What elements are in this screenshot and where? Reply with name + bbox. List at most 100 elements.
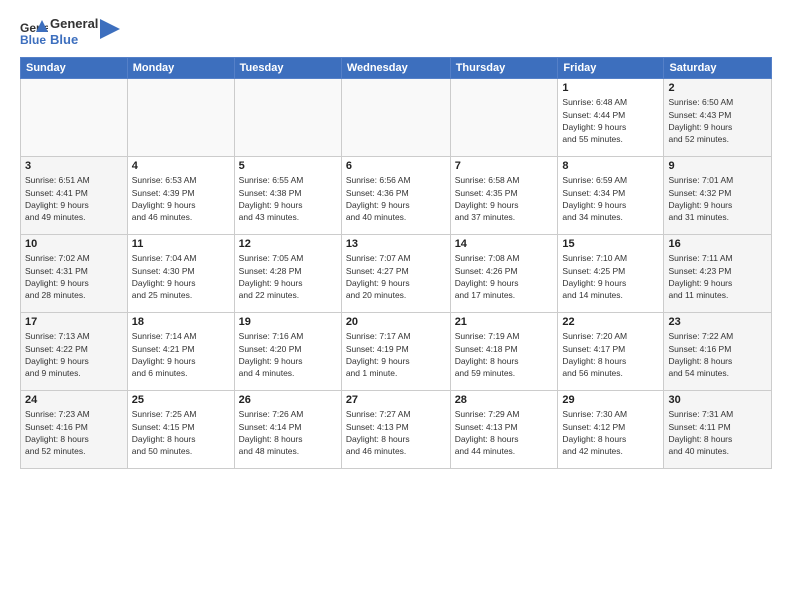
- calendar-day: 16 Sunrise: 7:11 AM Sunset: 4:23 PM Dayli…: [664, 235, 772, 313]
- day-number: 15: [562, 238, 659, 250]
- calendar-day: 28 Sunrise: 7:29 AM Sunset: 4:13 PM Dayli…: [450, 391, 558, 469]
- logo-line2: Blue: [50, 32, 98, 48]
- day-info: Sunrise: 7:26 AM Sunset: 4:14 PM Dayligh…: [239, 408, 337, 457]
- col-monday: Monday: [127, 58, 234, 79]
- day-info: Sunrise: 7:19 AM Sunset: 4:18 PM Dayligh…: [455, 330, 554, 379]
- day-info: Sunrise: 6:56 AM Sunset: 4:36 PM Dayligh…: [346, 174, 446, 223]
- day-info: Sunrise: 7:08 AM Sunset: 4:26 PM Dayligh…: [455, 252, 554, 301]
- day-info: Sunrise: 7:31 AM Sunset: 4:11 PM Dayligh…: [668, 408, 767, 457]
- day-number: 26: [239, 394, 337, 406]
- header: General Blue General Blue: [20, 16, 772, 47]
- day-info: Sunrise: 6:55 AM Sunset: 4:38 PM Dayligh…: [239, 174, 337, 223]
- day-number: 17: [25, 316, 123, 328]
- day-info: Sunrise: 7:05 AM Sunset: 4:28 PM Dayligh…: [239, 252, 337, 301]
- day-number: 8: [562, 160, 659, 172]
- day-number: 5: [239, 160, 337, 172]
- day-number: 25: [132, 394, 230, 406]
- day-number: 22: [562, 316, 659, 328]
- col-saturday: Saturday: [664, 58, 772, 79]
- calendar-day: 6 Sunrise: 6:56 AM Sunset: 4:36 PM Daylig…: [341, 157, 450, 235]
- day-number: 2: [668, 82, 767, 94]
- col-sunday: Sunday: [21, 58, 128, 79]
- day-info: Sunrise: 6:53 AM Sunset: 4:39 PM Dayligh…: [132, 174, 230, 223]
- calendar-day: 8 Sunrise: 6:59 AM Sunset: 4:34 PM Daylig…: [558, 157, 664, 235]
- day-number: 20: [346, 316, 446, 328]
- col-wednesday: Wednesday: [341, 58, 450, 79]
- day-number: 27: [346, 394, 446, 406]
- calendar-day: [450, 79, 558, 157]
- day-info: Sunrise: 7:22 AM Sunset: 4:16 PM Dayligh…: [668, 330, 767, 379]
- day-number: 9: [668, 160, 767, 172]
- calendar-day: 5 Sunrise: 6:55 AM Sunset: 4:38 PM Daylig…: [234, 157, 341, 235]
- calendar-day: 20 Sunrise: 7:17 AM Sunset: 4:19 PM Dayli…: [341, 313, 450, 391]
- day-info: Sunrise: 7:11 AM Sunset: 4:23 PM Dayligh…: [668, 252, 767, 301]
- calendar-day: [21, 79, 128, 157]
- calendar-day: 24 Sunrise: 7:23 AM Sunset: 4:16 PM Dayli…: [21, 391, 128, 469]
- day-info: Sunrise: 6:59 AM Sunset: 4:34 PM Dayligh…: [562, 174, 659, 223]
- day-number: 29: [562, 394, 659, 406]
- calendar-day: 2 Sunrise: 6:50 AM Sunset: 4:43 PM Daylig…: [664, 79, 772, 157]
- calendar-week-1: 1 Sunrise: 6:48 AM Sunset: 4:44 PM Daylig…: [21, 79, 772, 157]
- calendar-day: 15 Sunrise: 7:10 AM Sunset: 4:25 PM Dayli…: [558, 235, 664, 313]
- calendar-day: 21 Sunrise: 7:19 AM Sunset: 4:18 PM Dayli…: [450, 313, 558, 391]
- day-info: Sunrise: 7:02 AM Sunset: 4:31 PM Dayligh…: [25, 252, 123, 301]
- calendar-day: [341, 79, 450, 157]
- calendar-week-4: 17Sunrise: 7:13 AM Sunset: 4:22 PM Dayli…: [21, 313, 772, 391]
- calendar-day: 1 Sunrise: 6:48 AM Sunset: 4:44 PM Daylig…: [558, 79, 664, 157]
- day-info: Sunrise: 7:04 AM Sunset: 4:30 PM Dayligh…: [132, 252, 230, 301]
- day-number: 19: [239, 316, 337, 328]
- calendar-day: 3Sunrise: 6:51 AM Sunset: 4:41 PM Daylig…: [21, 157, 128, 235]
- calendar-day: 23 Sunrise: 7:22 AM Sunset: 4:16 PM Dayli…: [664, 313, 772, 391]
- day-number: 21: [455, 316, 554, 328]
- day-number: 10: [25, 238, 123, 250]
- logo-line1: General: [50, 16, 98, 32]
- day-info: Sunrise: 7:10 AM Sunset: 4:25 PM Dayligh…: [562, 252, 659, 301]
- day-number: 24: [25, 394, 123, 406]
- day-info: Sunrise: 7:23 AM Sunset: 4:16 PM Dayligh…: [25, 408, 123, 457]
- day-number: 7: [455, 160, 554, 172]
- calendar-day: 12 Sunrise: 7:05 AM Sunset: 4:28 PM Dayli…: [234, 235, 341, 313]
- day-number: 13: [346, 238, 446, 250]
- day-number: 18: [132, 316, 230, 328]
- day-number: 1: [562, 82, 659, 94]
- calendar-day: [127, 79, 234, 157]
- page: General Blue General Blue Sunday: [0, 0, 792, 612]
- day-number: 6: [346, 160, 446, 172]
- calendar-week-2: 3Sunrise: 6:51 AM Sunset: 4:41 PM Daylig…: [21, 157, 772, 235]
- day-info: Sunrise: 6:48 AM Sunset: 4:44 PM Dayligh…: [562, 96, 659, 145]
- day-info: Sunrise: 7:17 AM Sunset: 4:19 PM Dayligh…: [346, 330, 446, 379]
- col-tuesday: Tuesday: [234, 58, 341, 79]
- calendar-day: 11 Sunrise: 7:04 AM Sunset: 4:30 PM Dayli…: [127, 235, 234, 313]
- calendar-header-row: Sunday Monday Tuesday Wednesday Thursday…: [21, 58, 772, 79]
- day-info: Sunrise: 7:16 AM Sunset: 4:20 PM Dayligh…: [239, 330, 337, 379]
- day-info: Sunrise: 7:30 AM Sunset: 4:12 PM Dayligh…: [562, 408, 659, 457]
- day-info: Sunrise: 7:20 AM Sunset: 4:17 PM Dayligh…: [562, 330, 659, 379]
- day-number: 12: [239, 238, 337, 250]
- calendar-day: 14 Sunrise: 7:08 AM Sunset: 4:26 PM Dayli…: [450, 235, 558, 313]
- day-number: 28: [455, 394, 554, 406]
- calendar-day: 18 Sunrise: 7:14 AM Sunset: 4:21 PM Dayli…: [127, 313, 234, 391]
- col-thursday: Thursday: [450, 58, 558, 79]
- day-number: 4: [132, 160, 230, 172]
- logo: General Blue General Blue: [20, 16, 120, 47]
- calendar-day: 9Sunrise: 7:01 AM Sunset: 4:32 PM Daylig…: [664, 157, 772, 235]
- day-number: 23: [668, 316, 767, 328]
- day-number: 14: [455, 238, 554, 250]
- calendar-day: 30 Sunrise: 7:31 AM Sunset: 4:11 PM Dayli…: [664, 391, 772, 469]
- day-info: Sunrise: 7:29 AM Sunset: 4:13 PM Dayligh…: [455, 408, 554, 457]
- day-info: Sunrise: 7:07 AM Sunset: 4:27 PM Dayligh…: [346, 252, 446, 301]
- logo-triangle-icon: [100, 19, 120, 39]
- calendar-day: 4 Sunrise: 6:53 AM Sunset: 4:39 PM Daylig…: [127, 157, 234, 235]
- day-number: 11: [132, 238, 230, 250]
- calendar-day: 19 Sunrise: 7:16 AM Sunset: 4:20 PM Dayli…: [234, 313, 341, 391]
- day-number: 30: [668, 394, 767, 406]
- day-info: Sunrise: 7:14 AM Sunset: 4:21 PM Dayligh…: [132, 330, 230, 379]
- day-info: Sunrise: 6:50 AM Sunset: 4:43 PM Dayligh…: [668, 96, 767, 145]
- day-info: Sunrise: 7:27 AM Sunset: 4:13 PM Dayligh…: [346, 408, 446, 457]
- calendar-week-3: 10 Sunrise: 7:02 AM Sunset: 4:31 PM Dayli…: [21, 235, 772, 313]
- day-number: 16: [668, 238, 767, 250]
- svg-text:Blue: Blue: [20, 33, 46, 46]
- calendar-day: 22 Sunrise: 7:20 AM Sunset: 4:17 PM Dayli…: [558, 313, 664, 391]
- day-number: 3: [25, 160, 123, 172]
- calendar-day: 29 Sunrise: 7:30 AM Sunset: 4:12 PM Dayli…: [558, 391, 664, 469]
